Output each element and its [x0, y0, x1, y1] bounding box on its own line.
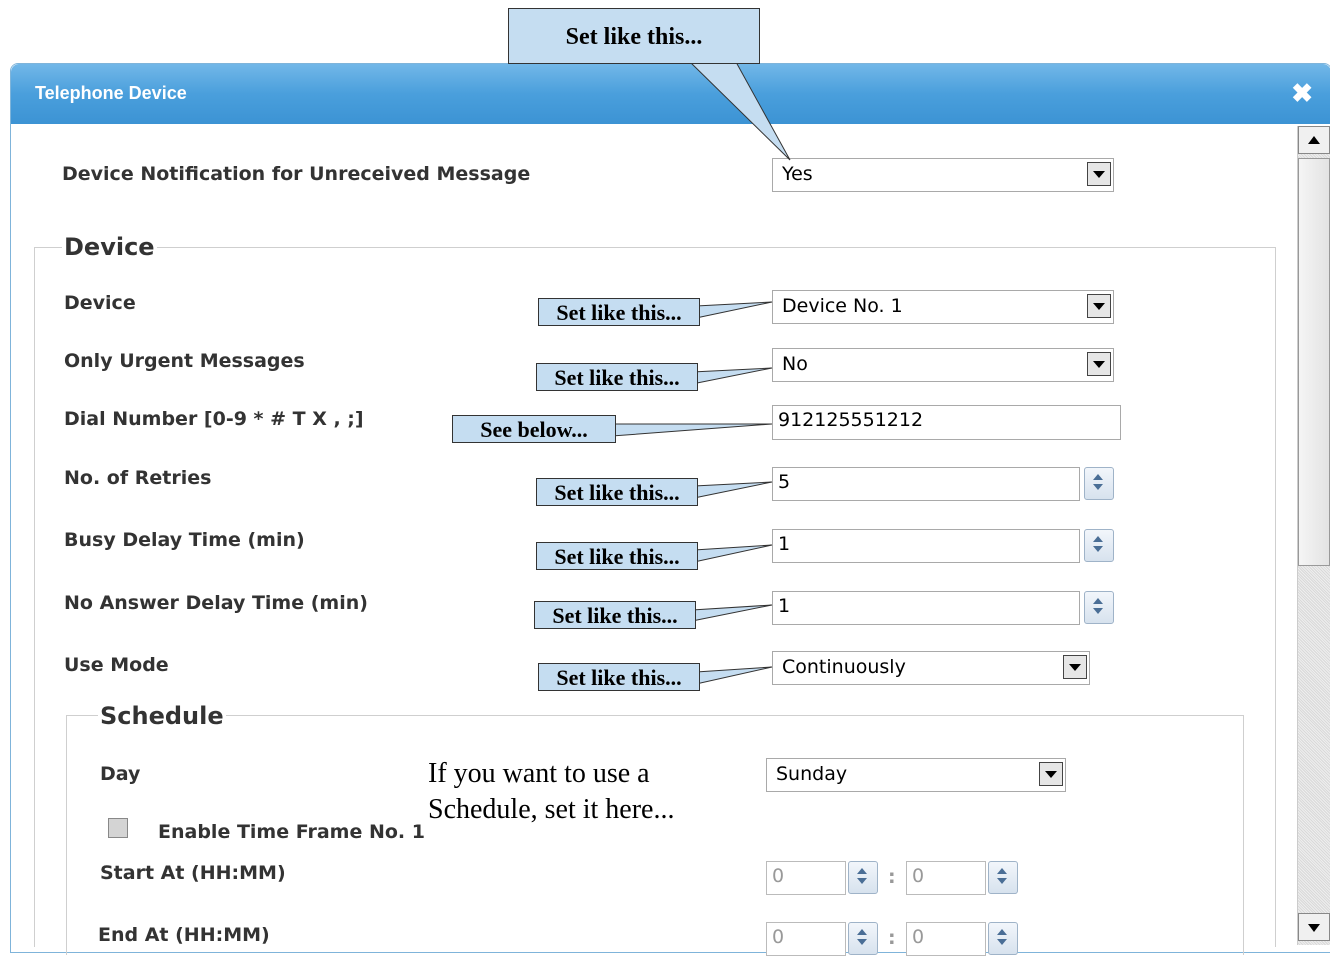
- callout-busy: Set like this...: [536, 542, 698, 570]
- callout-dial: See below...: [452, 415, 616, 443]
- callout-top-pointer: [688, 61, 791, 161]
- callout-top: Set like this...: [508, 8, 760, 64]
- callout-usemode: Set like this...: [538, 663, 700, 691]
- callout-urgent: Set like this...: [536, 363, 698, 391]
- callout-busy-pointer: [693, 544, 773, 563]
- callout-device: Set like this...: [538, 298, 700, 326]
- callout-retries-pointer: [693, 481, 773, 499]
- callout-urgent-pointer: [691, 367, 773, 385]
- callout-device-pointer: [695, 301, 773, 319]
- callout-retries: Set like this...: [536, 478, 698, 506]
- callout-noanswer: Set like this...: [534, 601, 696, 629]
- callout-dial-pointer: [611, 423, 773, 437]
- callout-usemode-pointer: [695, 666, 773, 685]
- schedule-note: If you want to use a Schedule, set it he…: [428, 758, 675, 825]
- callout-noanswer-pointer: [691, 604, 773, 622]
